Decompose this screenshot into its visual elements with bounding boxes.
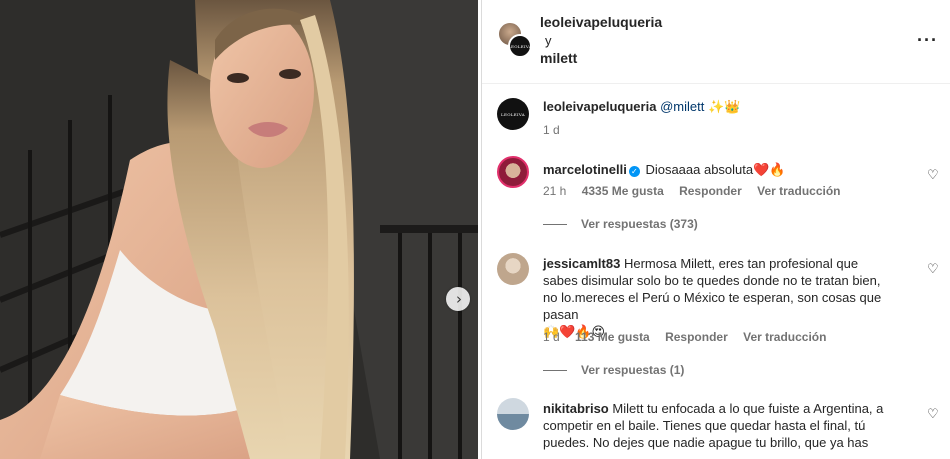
logo-text: LEOLEIVA xyxy=(508,43,532,49)
comment-username[interactable]: jessicamlt83 xyxy=(543,256,620,271)
comment-time[interactable]: 1 d xyxy=(543,330,560,344)
collaborator-username[interactable]: milett xyxy=(540,50,577,66)
chevron-right-icon: › xyxy=(456,289,462,308)
comment-likes[interactable]: 113 Me gusta xyxy=(575,330,650,344)
avatar[interactable] xyxy=(497,398,529,430)
more-options-icon[interactable]: ··· xyxy=(917,30,938,51)
photo-illustration xyxy=(0,0,478,459)
replies-divider xyxy=(543,370,567,372)
author-username[interactable]: leoleivapeluqueria xyxy=(540,14,662,30)
comment-emojis: ❤️🔥 xyxy=(753,163,786,178)
post-header: LEOLEIVA leoleivapeluqueria y milett ··· xyxy=(482,0,950,84)
collab-connector: y xyxy=(545,33,552,48)
comment-meta: 21 h 4335 Me gusta Responder Ver traducc… xyxy=(543,184,853,198)
reply-button[interactable]: Responder xyxy=(679,184,742,198)
comment-likes[interactable]: 4335 Me gusta xyxy=(582,184,664,198)
reply-button[interactable]: Responder xyxy=(665,330,728,344)
like-heart-icon[interactable]: ♡ xyxy=(927,167,939,183)
view-replies-button[interactable]: Ver respuestas (373) xyxy=(543,217,698,231)
comment-meta: 1 d 113 Me gusta Responder Ver traducció… xyxy=(543,330,838,344)
verified-icon: ✓ xyxy=(628,166,640,177)
post-photo: › xyxy=(0,0,478,459)
translate-button[interactable]: Ver traducción xyxy=(757,184,840,198)
replies-label: Ver respuestas (1) xyxy=(581,363,685,377)
like-heart-icon[interactable]: ♡ xyxy=(927,261,939,277)
carousel-next-button[interactable]: › xyxy=(446,287,470,311)
collab-avatars[interactable]: LEOLEIVA xyxy=(498,22,538,62)
avatar[interactable]: LEOLEIVA xyxy=(508,34,532,58)
view-replies-button[interactable]: Ver respuestas (1) xyxy=(543,363,684,377)
comments-panel: LEOLEIVA leoleivapeluqueria y milett ···… xyxy=(481,0,950,459)
comment-time[interactable]: 21 h xyxy=(543,184,566,198)
like-heart-icon[interactable]: ♡ xyxy=(927,406,939,422)
comment-text: Diosaaaa absoluta xyxy=(645,162,754,177)
logo-text: LEOLEIVA xyxy=(501,111,525,117)
comment-username[interactable]: nikitabriso xyxy=(543,401,609,416)
comment-body: marcelotinelli ✓ Diosaaaa absoluta❤️🔥 xyxy=(543,161,893,179)
caption-time[interactable]: 1 d xyxy=(543,123,560,137)
avatar[interactable] xyxy=(497,253,529,285)
avatar[interactable]: LEOLEIVA xyxy=(497,98,529,130)
post-caption: leoleivapeluqueria @milett ✨👑 xyxy=(543,99,740,115)
avatar[interactable] xyxy=(497,156,529,188)
caption-username[interactable]: leoleivapeluqueria xyxy=(543,99,656,114)
comment-username[interactable]: marcelotinelli xyxy=(543,162,627,177)
caption-mention[interactable]: @milett xyxy=(660,99,704,114)
comment-body: nikitabriso Milett tu enfocada a lo que … xyxy=(543,400,893,451)
comment-body: jessicamlt83 Hermosa Milett, eres tan pr… xyxy=(543,255,893,341)
replies-divider xyxy=(543,224,567,226)
caption-emojis: ✨👑 xyxy=(707,100,741,115)
translate-button[interactable]: Ver traducción xyxy=(743,330,826,344)
replies-label: Ver respuestas (373) xyxy=(581,217,698,231)
